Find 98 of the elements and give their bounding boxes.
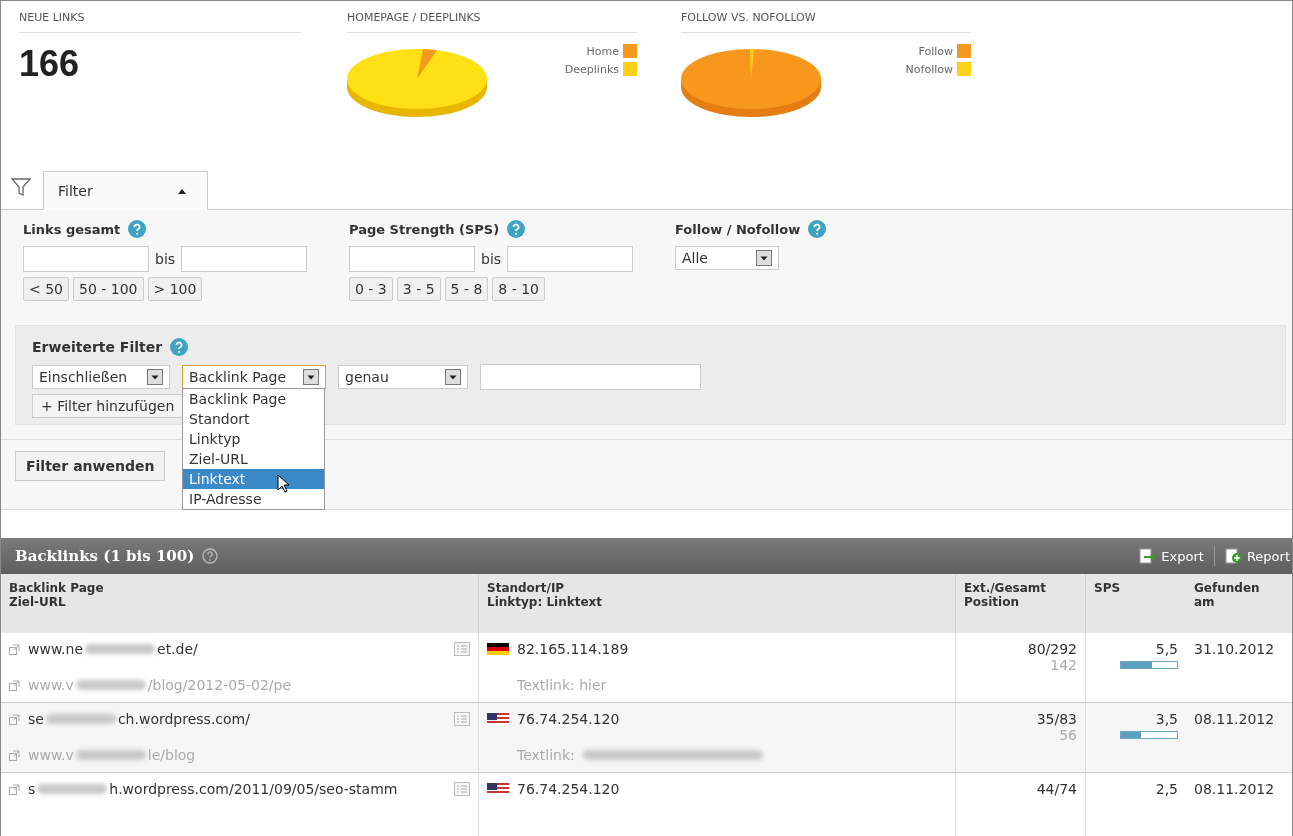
sps-value: 5,5 — [1154, 641, 1178, 657]
redacted-text — [85, 644, 155, 654]
add-report-icon — [1224, 547, 1243, 565]
url-text: ch.wordpress.com/ — [117, 711, 250, 727]
column-header[interactable]: Standort/IP Linktyp: Linktext — [479, 574, 956, 633]
link-text: Textlink: — [517, 747, 575, 763]
ext-count: 35/83 — [1035, 711, 1077, 727]
ip-address: 76.74.254.120 — [517, 711, 620, 727]
dropdown[interactable]: Backlink Page — [182, 365, 326, 389]
new-links-count: 166 — [19, 43, 81, 85]
preset-button[interactable]: < 50 — [23, 277, 69, 301]
link-text: Textlink: hier — [517, 677, 607, 693]
help-icon — [128, 220, 147, 238]
date: 31.10.2012 — [1194, 641, 1276, 657]
field-label: Follow / Nofollow — [675, 221, 801, 237]
section-title: FOLLOW VS. NOFOLLOW — [681, 11, 971, 33]
dropdown-option[interactable]: Ziel-URL — [183, 449, 324, 469]
preset-button[interactable]: 3 - 5 — [396, 277, 441, 301]
preset-button[interactable]: > 100 — [147, 277, 203, 301]
external-link-icon — [9, 783, 20, 795]
position: 56 — [1058, 727, 1077, 743]
legend-label: Home — [586, 44, 619, 58]
details-icon — [454, 712, 470, 726]
preset-button[interactable]: 5 - 8 — [444, 277, 489, 301]
cursor-icon — [277, 474, 291, 494]
field-label: Page Strength (SPS) — [349, 221, 500, 237]
input-field[interactable] — [349, 246, 475, 272]
dropdown-option[interactable]: IP-Adresse — [183, 489, 324, 509]
toolbar-button[interactable]: Report — [1222, 547, 1292, 565]
column-header[interactable]: Gefunden am — [1186, 574, 1292, 633]
details-icon — [454, 642, 470, 656]
sps-value: 2,5 — [1154, 781, 1178, 797]
field-label: Links gesamt — [23, 221, 121, 237]
input-field[interactable] — [480, 364, 701, 390]
column-header[interactable]: Ext./Gesamt Position — [956, 574, 1086, 633]
input-field[interactable] — [507, 246, 634, 272]
section-title: NEUE LINKS — [19, 11, 301, 33]
legend-label: Deeplinks — [564, 62, 619, 76]
apply-filter-button[interactable]: Filter anwenden — [15, 451, 166, 481]
input-field[interactable] — [181, 246, 308, 272]
flag-icon — [487, 713, 509, 725]
url-text: et.de/ — [157, 641, 198, 657]
redacted-text — [37, 784, 108, 794]
range-separator: bis — [155, 251, 176, 267]
section-title: HOMEPAGE / DEEPLINKS — [347, 11, 637, 33]
legend-label: Nofollow — [905, 62, 953, 76]
caret-icon — [177, 187, 187, 194]
date: 08.11.2012 — [1194, 781, 1276, 797]
section-title: Erweiterte Filter — [32, 339, 163, 355]
dropdown-option[interactable]: Backlink Page — [183, 389, 324, 409]
redacted-text — [45, 714, 116, 724]
range-separator: bis — [481, 251, 502, 267]
column-header[interactable]: Backlink Page Ziel-URL — [1, 574, 479, 633]
help-icon — [507, 220, 526, 238]
details-icon — [454, 782, 470, 796]
ip-address: 76.74.254.120 — [517, 781, 620, 797]
ip-address: 82.165.114.189 — [517, 641, 629, 657]
url-text: se — [28, 711, 44, 727]
add-filter-button[interactable]: + Filter hinzufügen — [32, 394, 184, 418]
legend-label: Follow — [918, 44, 953, 58]
column-header[interactable]: SPS — [1086, 574, 1186, 633]
dropdown[interactable]: Alle — [675, 246, 779, 270]
help-icon — [170, 338, 189, 356]
dropdown[interactable]: genau — [338, 365, 468, 389]
ext-count: 80/292 — [1026, 641, 1077, 657]
preset-button[interactable]: 8 - 10 — [492, 277, 546, 301]
filter-tab[interactable]: Filter — [43, 171, 208, 210]
url-text: www.v — [28, 677, 74, 693]
external-link-icon — [9, 679, 20, 691]
input-field[interactable] — [23, 246, 149, 272]
redacted-text — [75, 680, 146, 690]
dropdown-option[interactable]: Linktyp — [183, 429, 324, 449]
help-icon — [808, 220, 827, 238]
toolbar-button[interactable]: Export — [1137, 547, 1206, 565]
flag-icon — [487, 783, 509, 795]
url-text: www.v — [28, 747, 74, 763]
external-link-icon — [9, 713, 20, 725]
sps-value: 3,5 — [1154, 711, 1178, 727]
table-title: Backlinks (1 bis 100) — [15, 547, 195, 565]
dropdown[interactable]: Einschließen — [32, 365, 170, 389]
url-text: /blog/2012-05-02/pe — [147, 677, 292, 693]
filter-icon — [11, 177, 31, 197]
date: 08.11.2012 — [1194, 711, 1276, 727]
position: 142 — [1049, 657, 1077, 673]
redacted-text — [75, 750, 146, 760]
flag-icon — [487, 643, 509, 655]
preset-button[interactable]: 0 - 3 — [349, 277, 393, 301]
ext-count: 44/74 — [1035, 781, 1077, 797]
dropdown-option[interactable]: Standort — [183, 409, 324, 429]
preset-button[interactable]: 50 - 100 — [73, 277, 144, 301]
external-link-icon — [9, 749, 20, 761]
url-text: www.ne — [28, 641, 83, 657]
help-icon — [202, 548, 219, 564]
url-text: s — [28, 781, 36, 797]
url-text: h.wordpress.com/2011/09/05/seo-stamm — [109, 781, 398, 797]
external-link-icon — [9, 643, 20, 655]
url-text: le/blog — [147, 747, 196, 763]
export-icon — [1139, 547, 1158, 565]
